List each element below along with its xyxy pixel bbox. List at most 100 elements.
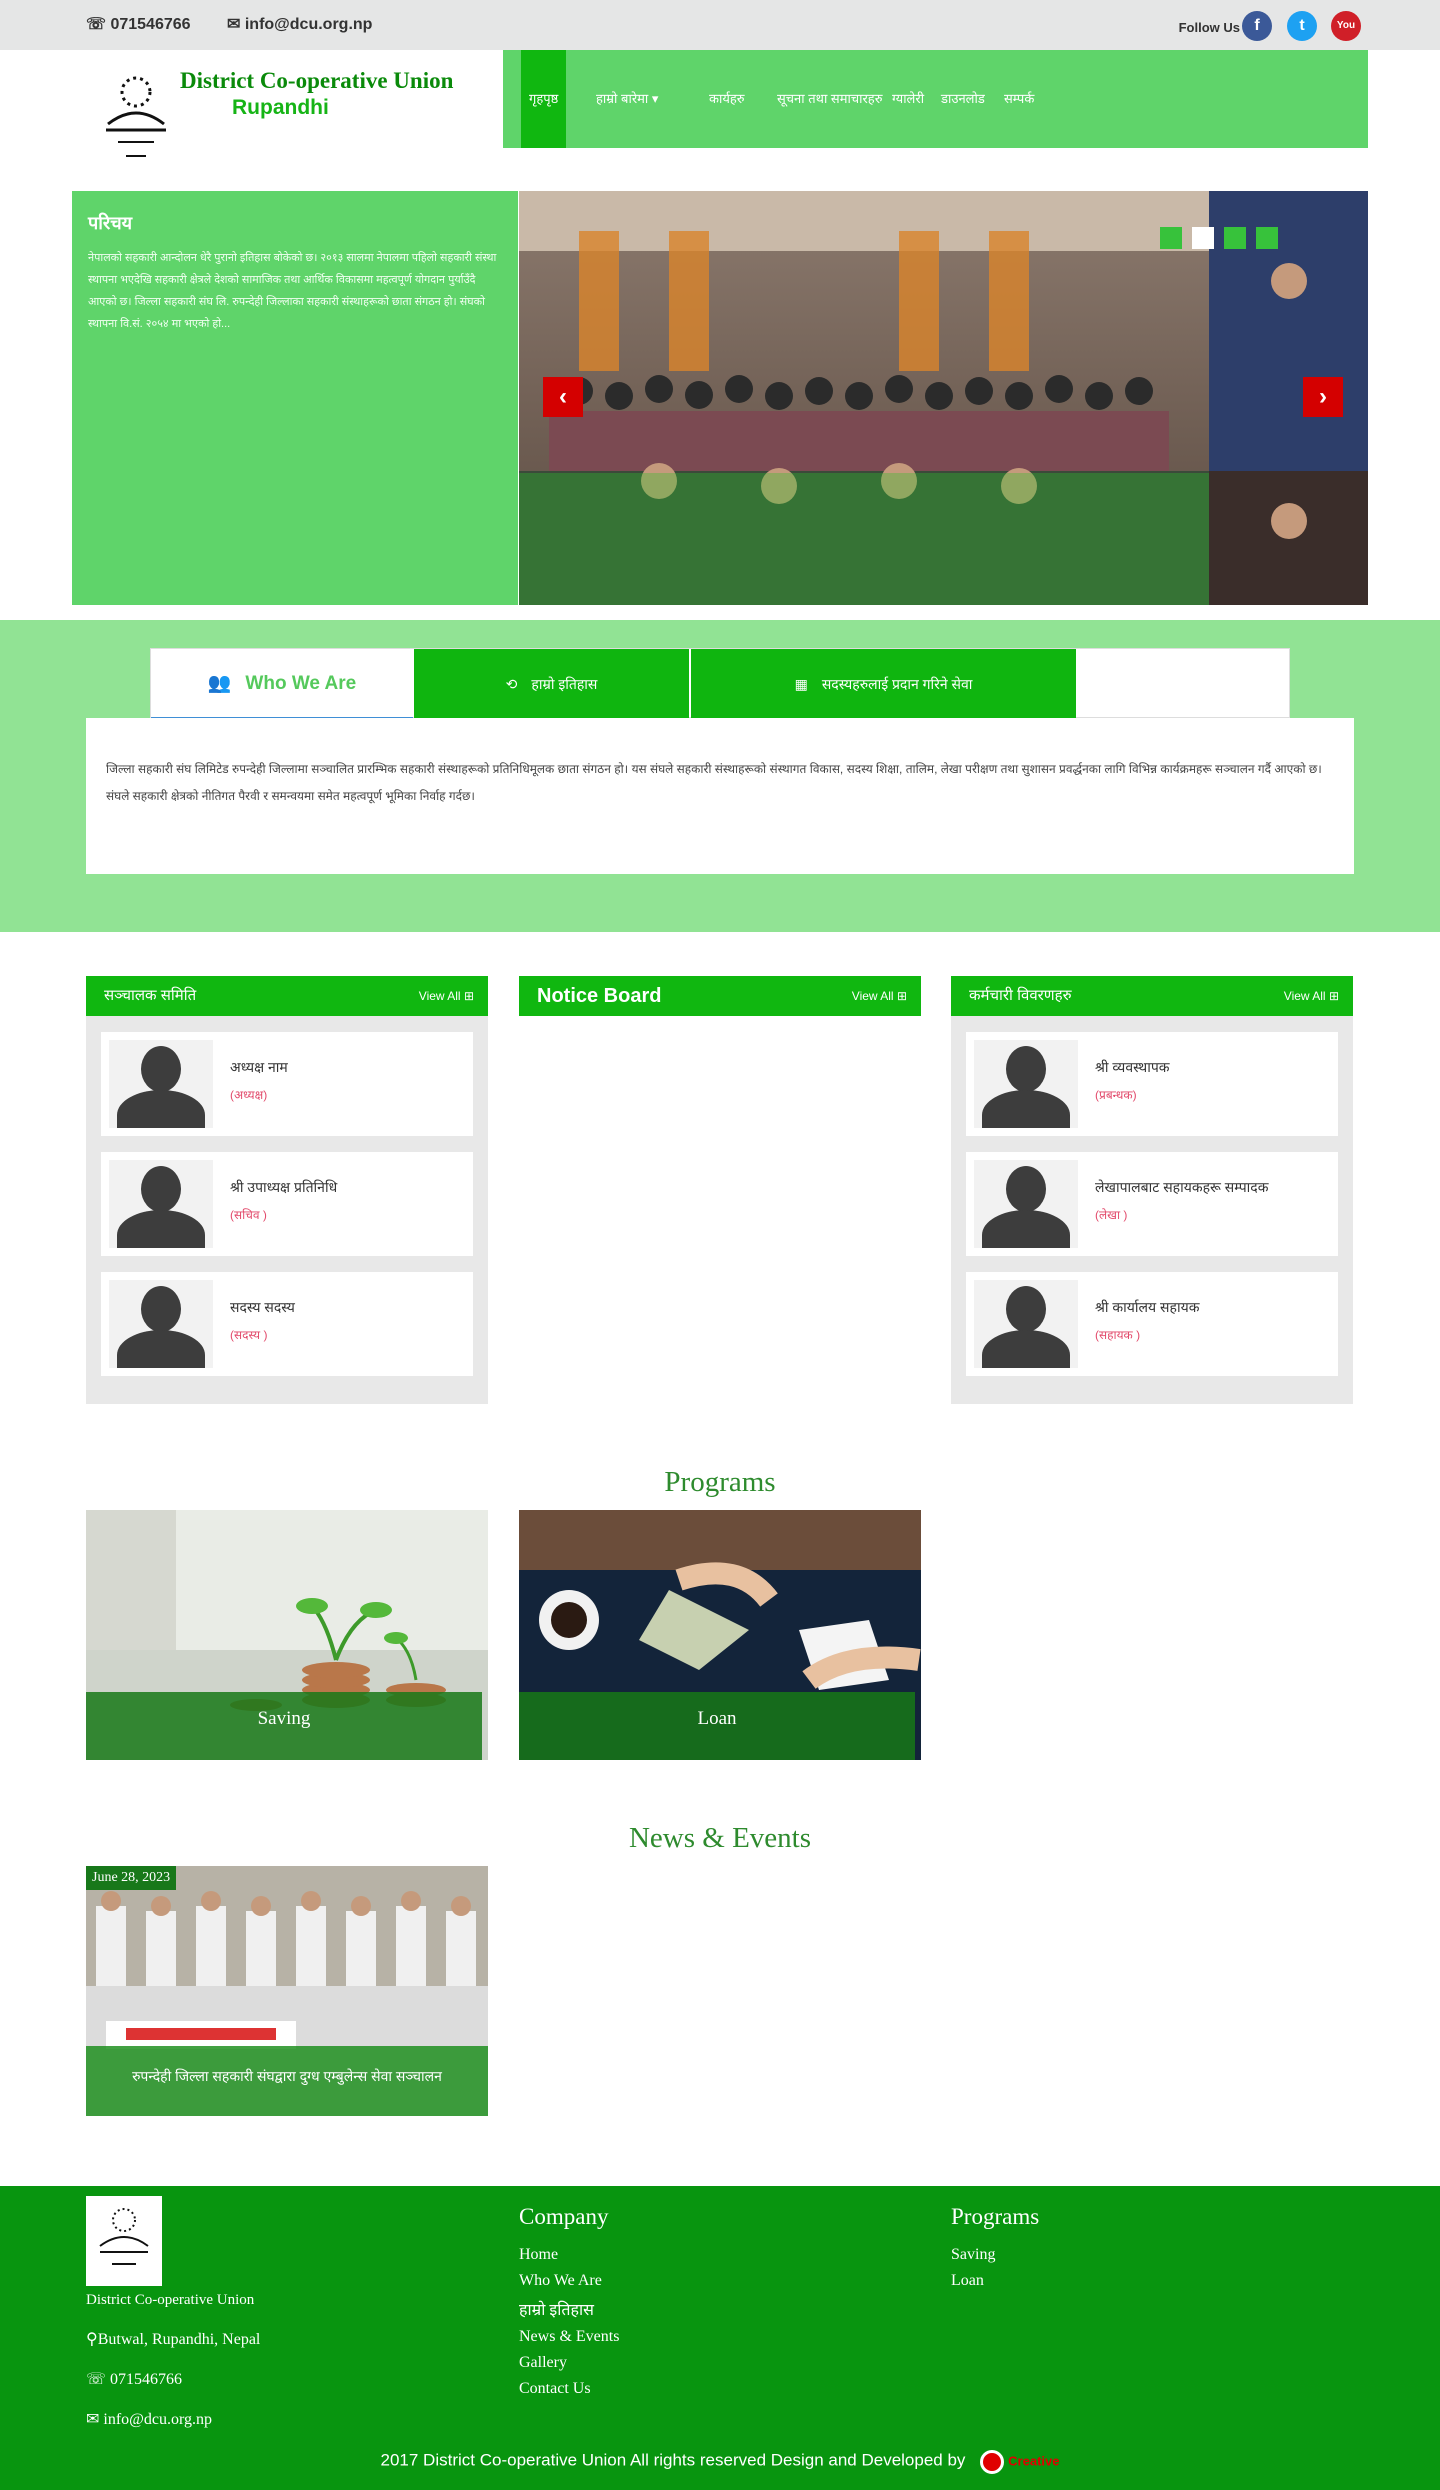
footer-email[interactable]: ✉ info@dcu.org.np <box>86 2409 260 2429</box>
staff-panel-header: कर्मचारी विवरणहरु View All ⊞ <box>951 976 1353 1016</box>
program-card-loan[interactable]: Loan <box>519 1510 921 1760</box>
about-content: जिल्ला सहकारी संघ लिमिटेड रुपन्देही जिल्… <box>86 718 1354 874</box>
footer-programs-title: Programs <box>951 2204 1040 2229</box>
contact-info: ☏ 071546766 ✉ info@dcu.org.np <box>86 14 404 34</box>
footer-link-home[interactable]: Home <box>519 2246 619 2264</box>
footer-link-saving[interactable]: Saving <box>951 2246 1039 2264</box>
footer-contact: District Co-operative Union ⚲Butwal, Rup… <box>86 2292 260 2441</box>
envelope-icon: ✉ <box>86 2411 100 2428</box>
tab-services-label: सदस्यहरुलाई प्रदान गरिने सेवा <box>821 676 973 692</box>
avatar <box>974 1280 1078 1368</box>
staff-view-all[interactable]: View All ⊞ <box>1284 976 1339 1016</box>
footer-address-text: Butwal, Rupandhi, Nepal <box>97 2331 261 2348</box>
nav-home[interactable]: गृहपृष्ठ <box>521 50 567 148</box>
developer-logo[interactable]: Creative <box>980 2450 1059 2474</box>
nav-about[interactable]: हाम्रो बारेमा ▾ <box>588 50 666 148</box>
footer-org-name: District Co-operative Union <box>86 2292 255 2308</box>
tab-history-label: हाम्रो इतिहास <box>531 676 598 692</box>
plus-icon: ⊞ <box>463 989 474 1003</box>
chevron-left-icon[interactable]: ‹ <box>543 377 583 417</box>
nav-notices[interactable]: सूचना तथा समाचारहरु <box>769 50 890 148</box>
site-title: District Co-operative Union <box>180 68 454 93</box>
nav-download[interactable]: डाउनलोड <box>933 50 993 148</box>
board-member-card[interactable]: अध्यक्ष नाम (अध्यक्ष) <box>101 1032 473 1136</box>
site-logo[interactable] <box>88 64 184 172</box>
slider-dots <box>1150 227 1278 254</box>
slider-dot[interactable] <box>1224 227 1246 249</box>
footer-phone-text: 071546766 <box>110 2371 183 2388</box>
facebook-icon[interactable]: f <box>1242 11 1272 41</box>
users-icon: 👥 <box>207 673 232 694</box>
staff-role: (लेखा ) <box>1095 1208 1128 1222</box>
view-all-label: View All <box>851 989 894 1003</box>
program-card-saving[interactable]: Saving <box>86 1510 488 1760</box>
hero-slider[interactable]: ‹ › <box>519 191 1368 605</box>
avatar <box>109 1280 213 1368</box>
staff-member-card[interactable]: लेखापालबाट सहायकहरू सम्पादक (लेखा ) <box>966 1152 1338 1256</box>
youtube-icon[interactable]: You Tube <box>1331 11 1361 61</box>
staff-name: लेखापालबाट सहायकहरू सम्पादक <box>1095 1179 1269 1195</box>
news-card[interactable]: June 28, 2023 रुपन्देही जिल्ला सहकारी सं… <box>86 1866 488 2116</box>
chevron-right-icon[interactable]: › <box>1303 377 1343 417</box>
news-caption[interactable]: रुपन्देही जिल्ला सहकारी संघद्वारा दुग्ध … <box>86 2046 488 2116</box>
main-nav: गृहपृष्ठ हाम्रो बारेमा ▾ कार्यहरु सूचना … <box>503 50 1368 148</box>
tab-who-we-are[interactable]: 👥 Who We Are <box>151 649 413 719</box>
plus-icon: ⊞ <box>1328 989 1339 1003</box>
copyright-line: 2017 District Co-operative Union All rig… <box>0 2450 1440 2474</box>
plus-icon: ⊞ <box>896 989 907 1003</box>
avatar <box>974 1040 1078 1128</box>
tab-services[interactable]: ▦ सदस्यहरुलाई प्रदान गरिने सेवा <box>691 649 1076 719</box>
footer-link-news[interactable]: News & Events <box>519 2328 619 2346</box>
phone-link[interactable]: ☏ 071546766 <box>86 16 207 33</box>
developer-logo-icon <box>980 2450 1005 2474</box>
board-panel: सञ्चालक समिति View All ⊞ अध्यक्ष नाम (अध… <box>86 976 488 1404</box>
footer-link-who[interactable]: Who We Are <box>519 2272 619 2290</box>
twitter-icon[interactable]: t <box>1287 11 1317 41</box>
building-icon: ▦ <box>794 676 808 692</box>
history-icon: ⟲ <box>505 676 518 692</box>
member-role: (अध्यक्ष) <box>230 1088 268 1102</box>
board-view-all[interactable]: View All ⊞ <box>419 976 474 1016</box>
member-name: अध्यक्ष नाम <box>230 1059 288 1075</box>
staff-panel: कर्मचारी विवरणहरु View All ⊞ श्री व्यवस्… <box>951 976 1353 1404</box>
notice-panel: Notice Board View All ⊞ <box>519 976 921 1404</box>
nav-gallery[interactable]: ग्यालेरी <box>884 50 932 148</box>
avatar <box>109 1040 213 1128</box>
staff-member-card[interactable]: श्री कार्यालय सहायक (सहायक ) <box>966 1272 1338 1376</box>
phone-text: 071546766 <box>110 16 191 33</box>
staff-role: (सहायक ) <box>1095 1328 1141 1342</box>
footer-link-loan[interactable]: Loan <box>951 2272 1039 2290</box>
board-member-card[interactable]: श्री उपाध्यक्ष प्रतिनिधि (सचिव ) <box>101 1152 473 1256</box>
footer-phone[interactable]: ☏ 071546766 <box>86 2369 260 2389</box>
phone-icon: ☏ <box>86 2371 107 2388</box>
tab-history[interactable]: ⟲ हाम्रो इतिहास <box>414 649 689 719</box>
staff-member-card[interactable]: श्री व्यवस्थापक (प्रबन्धक) <box>966 1032 1338 1136</box>
nav-works[interactable]: कार्यहरु <box>701 50 753 148</box>
news-heading: News & Events <box>628 1822 812 1854</box>
footer-company: Company Home Who We Are हाम्रो इतिहास Ne… <box>519 2204 619 2406</box>
program-label: Saving <box>86 1692 482 1760</box>
footer-link-contact[interactable]: Contact Us <box>519 2380 619 2398</box>
follow-us-label: Follow Us <box>1178 20 1240 35</box>
caret-down-icon: ▾ <box>651 91 659 106</box>
slider-dot-active[interactable] <box>1192 227 1214 249</box>
programs-heading: Programs <box>664 1466 776 1498</box>
email-link[interactable]: ✉ info@dcu.org.np <box>227 16 388 33</box>
member-role: (सदस्य ) <box>230 1328 268 1342</box>
slider-dot[interactable] <box>1160 227 1182 249</box>
member-name: श्री उपाध्यक्ष प्रतिनिधि <box>230 1179 338 1195</box>
notice-view-all[interactable]: View All ⊞ <box>852 976 907 1016</box>
avatar <box>974 1160 1078 1248</box>
board-panel-header: सञ्चालक समिति View All ⊞ <box>86 976 488 1016</box>
slider-dot[interactable] <box>1256 227 1278 249</box>
staff-name: श्री व्यवस्थापक <box>1095 1059 1170 1075</box>
footer-link-history[interactable]: हाम्रो इतिहास <box>519 2298 619 2320</box>
board-title: सञ्चालक समिति <box>104 987 197 1004</box>
top-bar: ☏ 071546766 ✉ info@dcu.org.np Follow Us … <box>0 0 1440 61</box>
nav-contact[interactable]: सम्पर्क <box>996 50 1042 148</box>
member-name: सदस्य सदस्य <box>230 1299 295 1315</box>
email-text: info@dcu.org.np <box>244 16 373 33</box>
footer-link-gallery[interactable]: Gallery <box>519 2354 619 2372</box>
footer-logo[interactable] <box>86 2196 162 2286</box>
board-member-card[interactable]: सदस्य सदस्य (सदस्य ) <box>101 1272 473 1376</box>
